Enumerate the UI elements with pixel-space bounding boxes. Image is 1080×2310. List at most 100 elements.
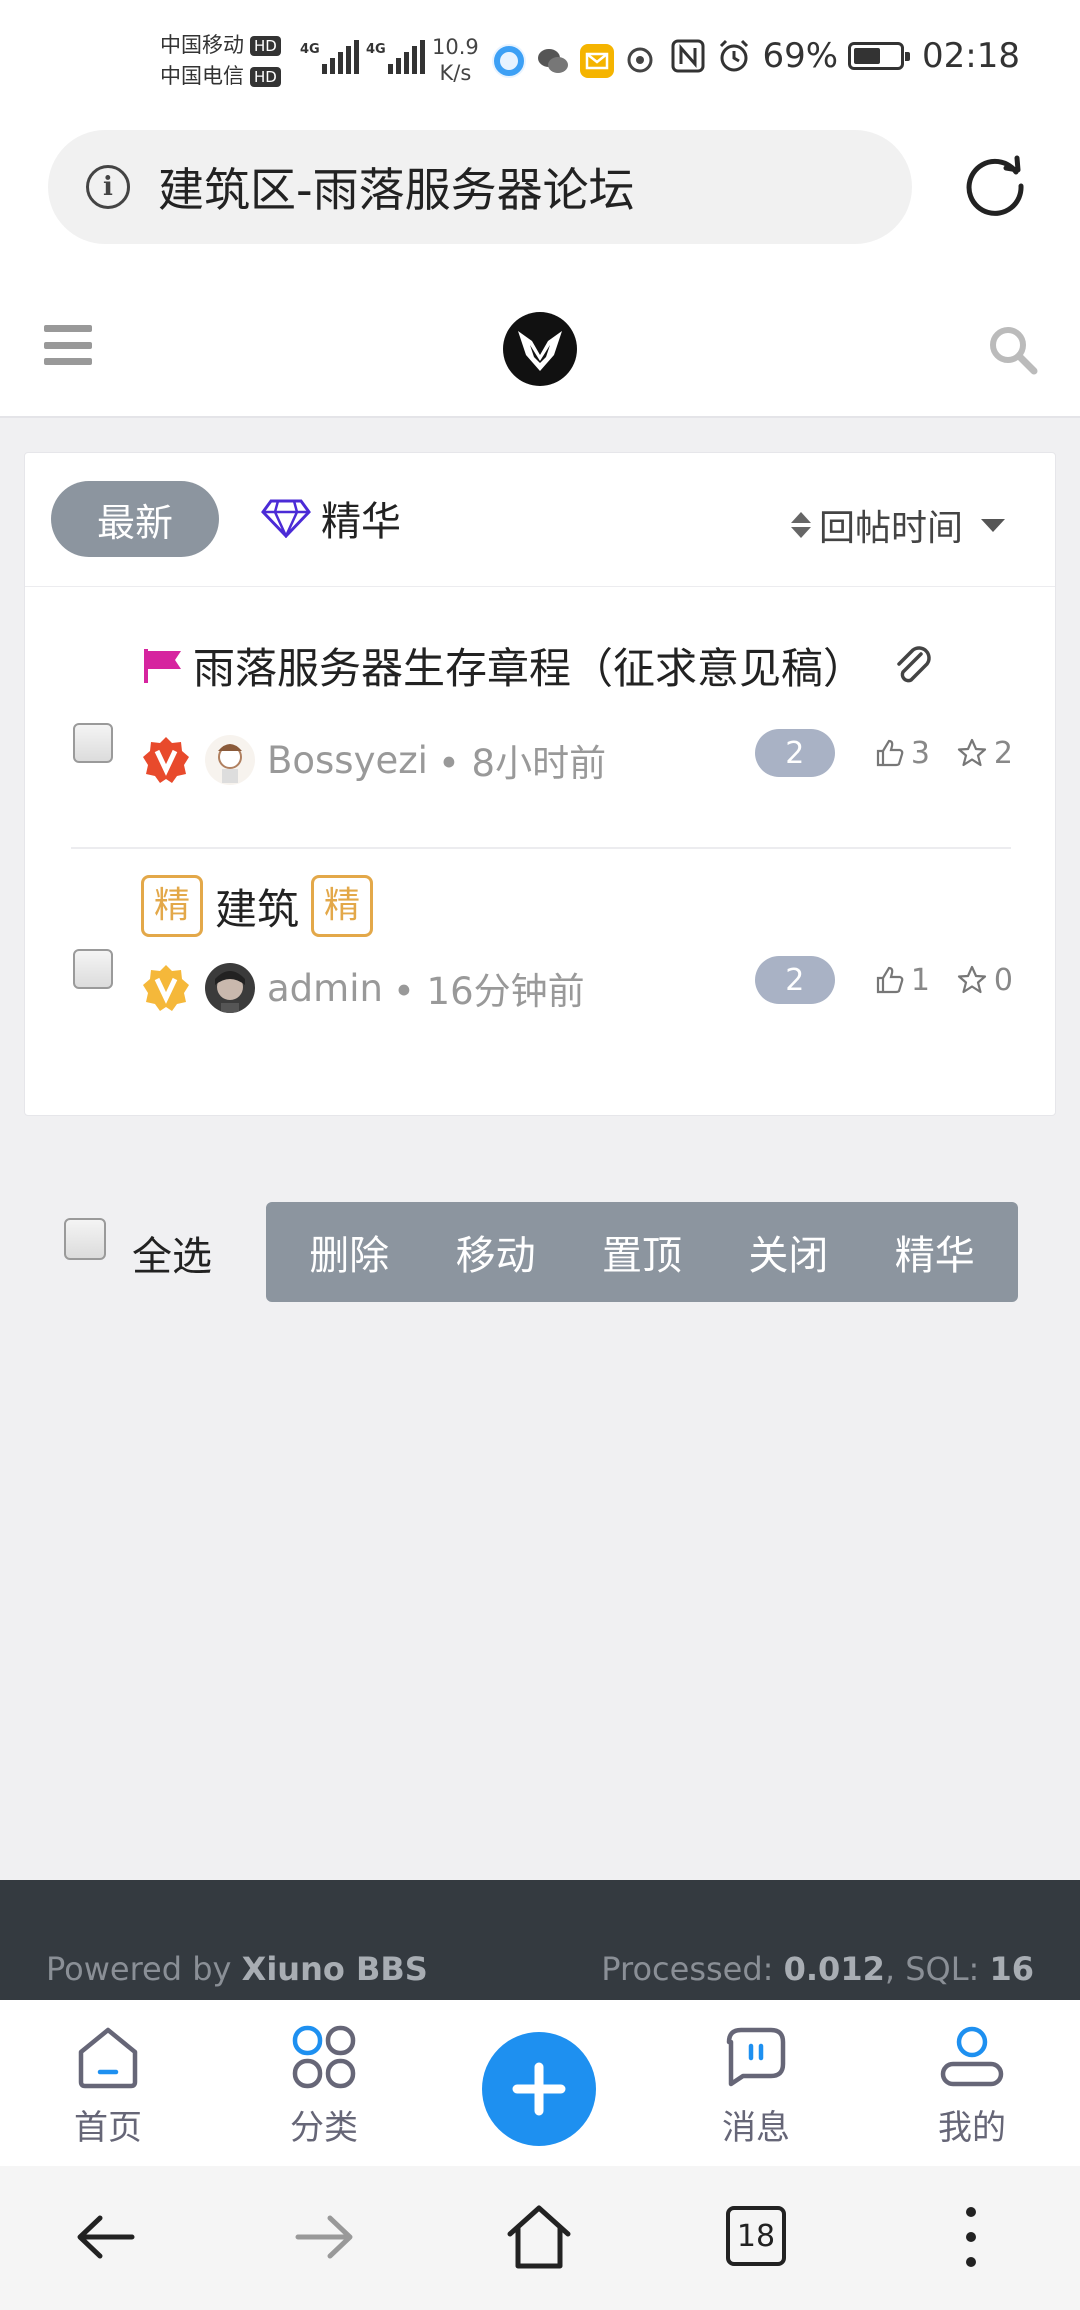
carrier-info: 中国移动 HD 中国电信 HD [160,30,281,92]
hd-badge: HD [250,36,281,56]
back-icon[interactable] [72,2202,142,2272]
verified-badge-icon [143,965,189,1011]
carrier-2: 中国电信 [160,64,244,88]
browser-app-icon [492,44,526,78]
star-icon [957,738,987,767]
signal-icon [322,40,359,78]
nav-mine-label: 我的 [938,2108,1006,2148]
sql-value: 16 [989,1950,1034,1988]
network-speed: 10.9 K/s [432,34,479,86]
sort-icon [790,512,811,538]
sort-dropdown[interactable]: 回帖时间 [790,499,1005,551]
wechat-icon [536,44,570,78]
thread-title-text: 建筑 [215,884,300,934]
reload-icon[interactable] [960,150,1030,220]
nav-home[interactable]: 首页 [38,2022,178,2149]
processed-value: 0.012 [783,1950,885,1988]
like-stat[interactable]: 1 [875,963,930,998]
favorite-count: 0 [993,962,1013,998]
thread-meta: admin • 16分钟前 [141,961,585,1015]
site-footer: Powered by Xiuno BBS Processed: 0.012, S… [0,1880,1080,2000]
powered-prefix: Powered by [46,1950,242,1988]
verified-badge-icon [143,737,189,783]
reply-count-badge: 2 [754,729,835,777]
move-button[interactable]: 移动 [456,1223,536,1281]
flag-icon [144,648,181,683]
nav-messages-label: 消息 [722,2108,790,2148]
favorite-stat[interactable]: 2 [956,736,1013,771]
thumbs-up-icon [876,966,904,994]
favorite-count: 2 [993,735,1013,771]
thread-meta: Bossyezi • 8小时前 [141,733,606,787]
thread-title[interactable]: 精 建筑 精 [141,875,374,937]
avatar[interactable] [205,735,255,785]
tabs-count-button[interactable]: 18 [726,2206,786,2266]
message-icon [726,2027,786,2087]
reply-count-badge: 2 [754,956,835,1004]
thread-stats: 2 3 2 [754,729,1013,777]
clock: 02:18 [922,36,1020,76]
select-all-checkbox[interactable] [64,1218,106,1260]
favorite-stat[interactable]: 0 [956,963,1013,998]
hotspot-icon [626,44,660,78]
thread-divider [71,847,1011,849]
sort-label: 回帖时间 [818,508,963,549]
processing-stats: Processed: 0.012, SQL: 16 [601,1950,1034,1988]
select-all-label[interactable]: 全选 [132,1224,212,1282]
author-name[interactable]: Bossyezi [267,739,428,782]
home-browser-icon[interactable] [504,2202,574,2272]
attachment-icon [897,645,931,682]
sql-label: , SQL: [884,1950,990,1988]
bottom-nav: 首页 分类 消息 我的 [0,2000,1080,2166]
close-button[interactable]: 关闭 [748,1223,828,1281]
thread-list-header: 最新 精华 回帖时间 [25,453,1055,587]
like-stat[interactable]: 3 [875,736,930,771]
status-right: 69% 02:18 [670,36,1020,76]
search-icon[interactable] [986,323,1040,377]
delete-button[interactable]: 删除 [309,1223,389,1281]
site-header [0,275,1080,418]
battery-percent: 69% [762,36,839,76]
user-icon [940,2026,1004,2087]
site-logo-icon[interactable] [502,311,578,387]
signal-icon [388,40,425,78]
nav-category[interactable]: 分类 [254,2022,394,2149]
battery-icon [848,42,911,70]
info-icon[interactable]: i [86,165,130,209]
thumbs-up-icon [876,739,904,767]
powered-by: Powered by Xiuno BBS [46,1950,428,1988]
thread-checkbox[interactable] [73,949,113,989]
star-icon [957,965,987,994]
tab-latest[interactable]: 最新 [51,481,219,557]
moderation-button-group: 删除 移动 置顶 关闭 精华 [266,1202,1018,1302]
author-name[interactable]: admin [267,967,383,1010]
thread-title-text: 雨落服务器生存章程（征求意见稿） [193,644,866,693]
nav-messages[interactable]: 消息 [686,2022,826,2149]
thread-title[interactable]: 雨落服务器生存章程（征求意见稿） [141,635,935,696]
thread-checkbox[interactable] [73,723,113,763]
post-time: • 8小时前 [437,742,607,785]
chevron-down-icon [981,518,1005,532]
pin-button[interactable]: 置顶 [602,1223,682,1281]
nav-category-label: 分类 [290,2108,358,2148]
tab-digest[interactable]: 精华 [261,489,401,547]
url-field[interactable]: i 建筑区-雨落服务器论坛 [48,130,912,244]
new-post-button[interactable] [482,2032,596,2146]
avatar[interactable] [205,963,255,1013]
post-time: • 16分钟前 [392,970,585,1013]
forward-icon[interactable] [288,2202,358,2272]
status-bar: 中国移动 HD 中国电信 HD 4G 4G 10.9 K/s 69% 02:18 [0,0,1080,120]
nav-mine[interactable]: 我的 [902,2022,1042,2149]
digest-button[interactable]: 精华 [895,1223,975,1281]
alarm-icon [720,39,749,72]
thread-stats: 2 1 0 [754,956,1013,1004]
like-count: 3 [910,735,930,771]
thread-list-card: 最新 精华 回帖时间 雨落服务器生存章程（征求意见稿） Bossyezi • 8… [24,452,1056,1116]
nfc-icon [671,39,705,73]
digest-tag: 精 [311,875,374,937]
more-menu-icon[interactable] [936,2202,1006,2272]
menu-icon[interactable] [44,325,92,365]
diamond-icon [261,499,311,538]
moderation-bar: 全选 删除 移动 置顶 关闭 精华 [0,1200,1080,1304]
powered-brand-link[interactable]: Xiuno BBS [242,1950,428,1988]
